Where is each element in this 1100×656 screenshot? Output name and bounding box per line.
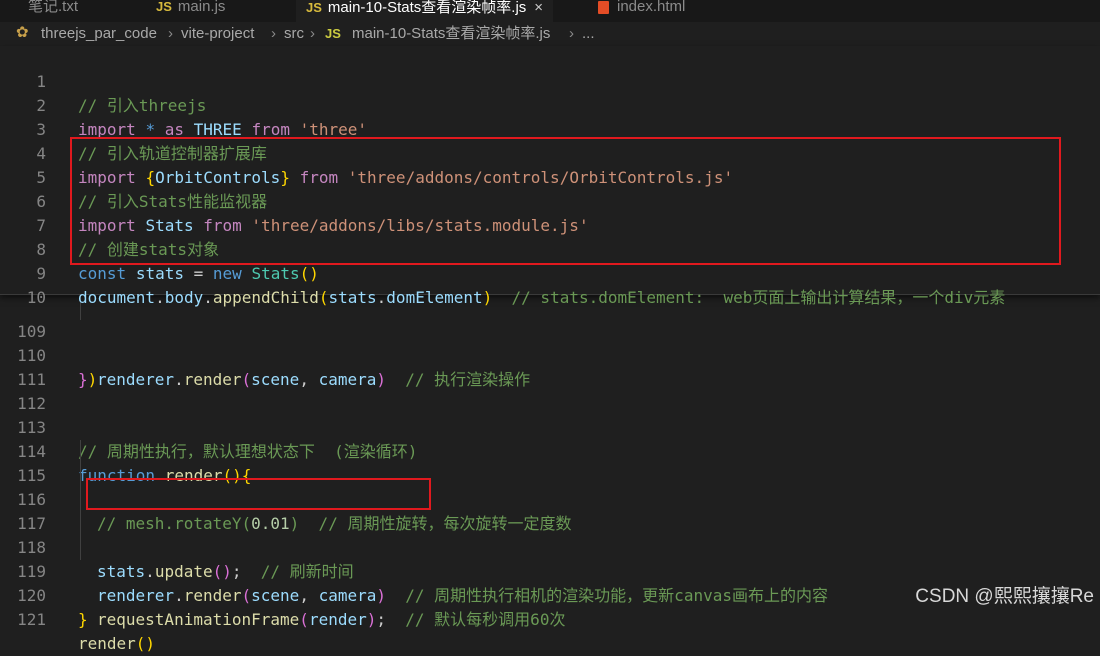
code-text: requestAnimationFrame(render); // 默认每秒调用… bbox=[97, 610, 566, 629]
code-line[interactable]: 1 // 引入threejs bbox=[0, 46, 1100, 115]
code-line[interactable]: 3 // 引入轨道控制器扩展库 bbox=[0, 94, 1100, 163]
indent-guide bbox=[80, 536, 81, 560]
indent-guide bbox=[80, 512, 81, 536]
watermark: CSDN @熙熙攘攘Re bbox=[915, 586, 1094, 607]
tab-index-html[interactable]: index.html bbox=[598, 0, 685, 22]
tab-notes-txt[interactable]: 笔记.txt bbox=[28, 0, 78, 22]
highlight-box-stats-update bbox=[86, 478, 431, 510]
chevron-right-icon: › bbox=[271, 25, 276, 42]
breadcrumb-item[interactable]: vite-project bbox=[181, 22, 254, 46]
breadcrumb-symbols[interactable]: ... bbox=[582, 22, 595, 46]
html-file-icon bbox=[598, 0, 609, 14]
code-text: document.body.appendChild(stats.domEleme… bbox=[78, 288, 1006, 307]
code-text: } bbox=[78, 610, 88, 629]
breadcrumb-item[interactable]: threejs_par_code bbox=[41, 22, 157, 46]
tab-label: index.html bbox=[617, 0, 686, 15]
tab-label: main.js bbox=[177, 0, 226, 15]
js-file-icon: JS bbox=[306, 0, 322, 15]
tab-main-js[interactable]: JS main.js bbox=[156, 0, 225, 22]
code-line[interactable]: 112 bbox=[0, 368, 1100, 413]
breadcrumb-item[interactable]: src bbox=[284, 22, 304, 46]
code-line[interactable]: 118 renderer.render(scene, camera) // 周期… bbox=[0, 512, 1100, 605]
breadcrumb: ✿ threejs_par_code › vite-project › src … bbox=[0, 22, 1100, 46]
tab-main-10-stats[interactable]: JS main-10-Stats查看渲染帧率.js × bbox=[296, 0, 554, 22]
chevron-right-icon: › bbox=[310, 25, 315, 42]
code-line[interactable]: 113 // 周期性执行，默认理想状态下 (渲染循环) bbox=[0, 392, 1100, 461]
code-line[interactable]: 119 requestAnimationFrame(render); // 默认… bbox=[0, 536, 1100, 629]
js-file-icon: JS bbox=[156, 0, 172, 14]
tab-label: main-10-Stats查看渲染帧率.js bbox=[327, 0, 527, 16]
chevron-right-icon: › bbox=[569, 25, 574, 42]
line-number: 121 bbox=[17, 610, 46, 629]
highlight-box-stats-setup bbox=[70, 137, 1061, 265]
code-line[interactable]: 114 function render(){ bbox=[0, 416, 1100, 485]
code-line[interactable]: 110 }) bbox=[0, 320, 1100, 389]
chevron-right-icon: › bbox=[168, 25, 173, 42]
close-tab-icon[interactable]: × bbox=[534, 0, 543, 16]
code-line[interactable]: 2 import * as THREE from 'three' bbox=[0, 70, 1100, 139]
code-line[interactable]: 10 bbox=[0, 262, 1100, 307]
code-line[interactable]: 111 bbox=[0, 344, 1100, 389]
code-text: render() bbox=[78, 634, 156, 653]
tab-label: 笔记.txt bbox=[28, 0, 79, 15]
breadcrumb-file[interactable]: main-10-Stats查看渲染帧率.js bbox=[352, 22, 550, 46]
editor-tab-bar: 笔记.txt JS main.js JS main-10-Stats查看渲染帧率.j… bbox=[0, 0, 1100, 22]
indent-guide bbox=[80, 440, 81, 464]
js-file-icon: JS bbox=[325, 26, 341, 41]
folder-icon: ✿ bbox=[16, 24, 29, 41]
indent-guide bbox=[80, 464, 81, 488]
line-number: 10 bbox=[26, 288, 46, 307]
indent-guide bbox=[80, 488, 81, 512]
code-line[interactable]: 115 // mesh.rotateY(0.01) // 周期性旋转，每次旋转一… bbox=[0, 440, 1100, 533]
